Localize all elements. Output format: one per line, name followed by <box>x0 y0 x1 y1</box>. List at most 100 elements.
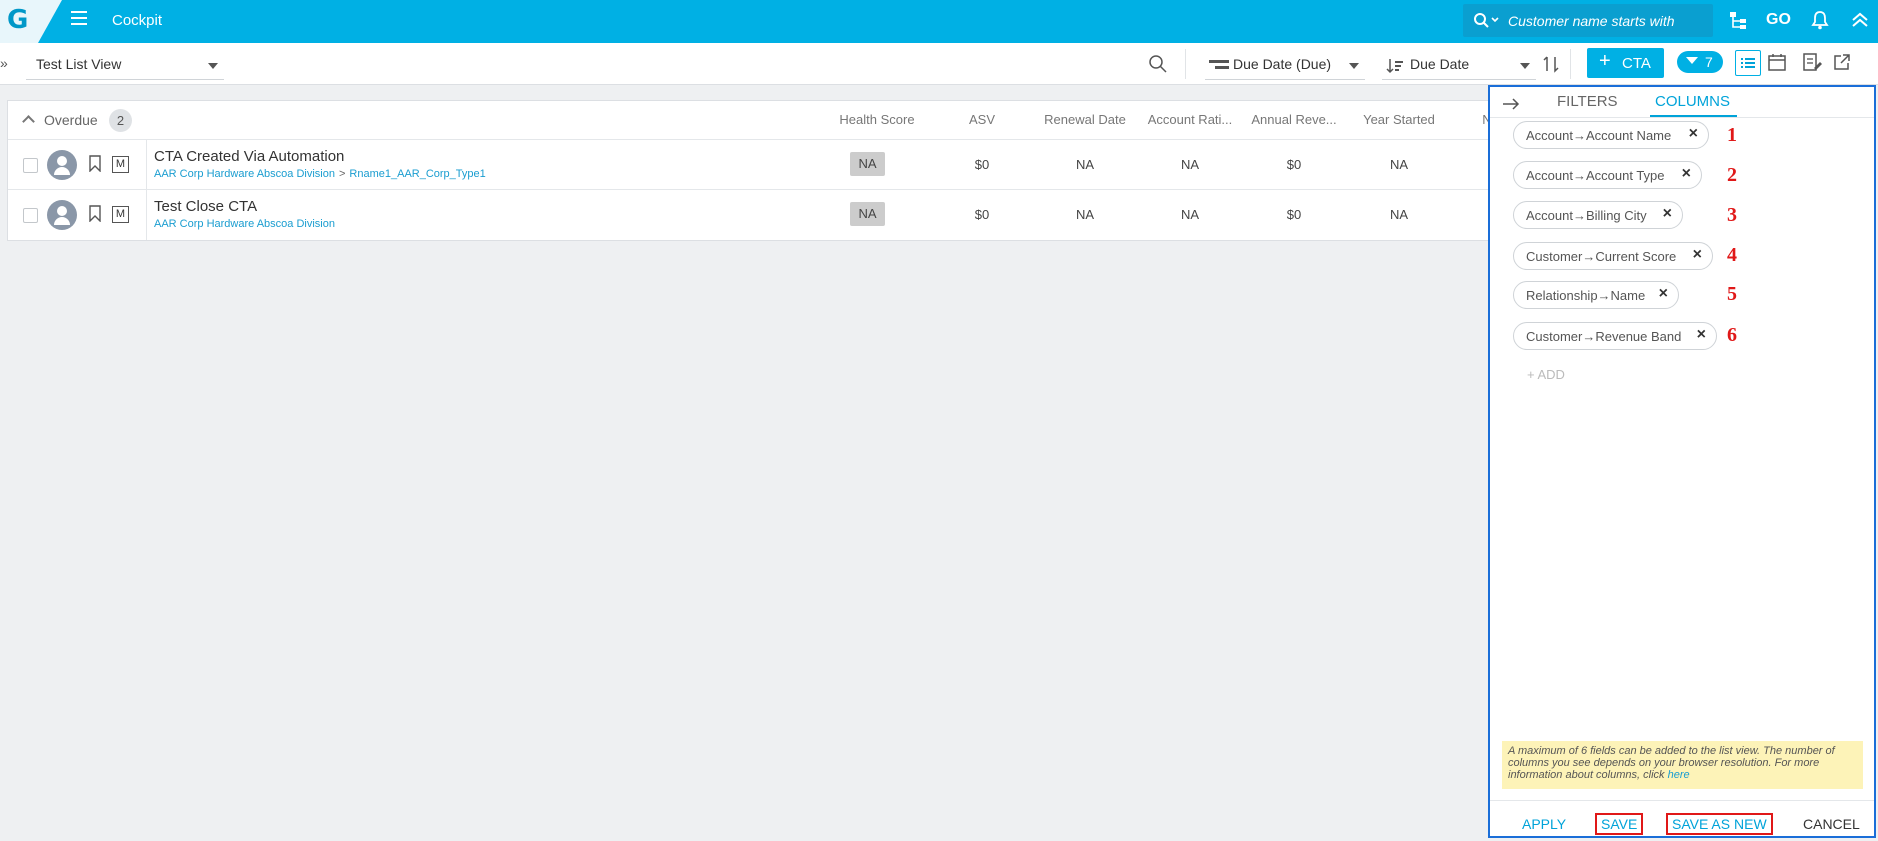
close-icon[interactable]: × <box>1682 165 1691 183</box>
account-rating-cell: NA <box>1180 207 1200 222</box>
chevron-up-icon[interactable] <box>22 115 35 128</box>
sort-by-select[interactable]: Due Date <box>1382 50 1536 80</box>
list-view-icon[interactable] <box>1735 50 1761 76</box>
chevron-down-icon <box>1349 63 1359 69</box>
group-name: Overdue <box>44 112 98 128</box>
chevron-down-icon <box>208 63 218 69</box>
renewal-date-cell: NA <box>1075 157 1095 172</box>
annotation-marker: 1 <box>1727 124 1737 146</box>
column-chip[interactable]: Account→Account Name × <box>1513 121 1709 149</box>
year-started-cell: NA <box>1389 157 1409 172</box>
calendar-view-icon[interactable] <box>1765 50 1791 76</box>
divider <box>146 140 147 190</box>
asv-cell: $0 <box>974 207 990 222</box>
account-link[interactable]: AAR Corp Hardware Abscoa Division <box>154 218 335 230</box>
hierarchy-icon[interactable] <box>1728 11 1750 31</box>
add-column-button[interactable]: + ADD <box>1527 367 1565 382</box>
close-icon[interactable]: × <box>1693 246 1702 264</box>
top-bar: G Cockpit Customer name starts with GO <box>0 0 1878 43</box>
divider <box>1490 117 1874 118</box>
health-score-badge: NA <box>850 202 885 226</box>
avatar[interactable] <box>47 200 77 230</box>
cancel-button[interactable]: CANCEL <box>1803 816 1860 832</box>
save-as-new-button[interactable]: SAVE AS NEW <box>1666 813 1773 835</box>
bookmark-icon[interactable] <box>89 205 101 222</box>
column-header-annual-revenue[interactable]: Annual Reve... <box>1244 112 1344 127</box>
page-title: Cockpit <box>112 12 163 29</box>
column-chip[interactable]: Relationship→Name × <box>1513 281 1679 309</box>
go-button[interactable]: GO <box>1766 11 1791 29</box>
renewal-date-cell: NA <box>1075 207 1095 222</box>
close-icon[interactable]: × <box>1663 205 1672 223</box>
sort-icon <box>1386 59 1403 74</box>
relationship-link[interactable]: Rname1_AAR_Corp_Type1 <box>349 168 485 180</box>
filter-count-button[interactable]: 7 <box>1677 51 1723 73</box>
search-icon[interactable] <box>1148 54 1168 74</box>
filter-icon <box>1686 57 1698 64</box>
toolbar: » Test List View Due Date (Due) Due Date… <box>0 43 1878 85</box>
app-logo[interactable]: G <box>0 0 62 43</box>
column-header-renewal-date[interactable]: Renewal Date <box>1035 112 1135 127</box>
tab-filters[interactable]: FILTERS <box>1557 93 1618 110</box>
column-header-account-rating[interactable]: Account Rati... <box>1140 112 1240 127</box>
info-note: A maximum of 6 fields can be added to th… <box>1502 741 1863 789</box>
bell-icon[interactable] <box>1811 10 1829 30</box>
list-view-select[interactable]: Test List View <box>26 50 224 80</box>
add-cta-button[interactable]: + CTA <box>1587 48 1664 78</box>
account-link[interactable]: AAR Corp Hardware Abscoa Division <box>154 168 335 180</box>
group-by-select[interactable]: Due Date (Due) <box>1205 50 1365 80</box>
divider <box>146 190 147 240</box>
collapse-up-icon[interactable] <box>1850 10 1870 30</box>
chevron-down-icon <box>1520 63 1530 69</box>
account-rating-cell: NA <box>1180 157 1200 172</box>
external-link-icon[interactable] <box>1830 50 1856 76</box>
priority-badge: M <box>112 206 129 223</box>
column-chip[interactable]: Customer→Revenue Band × <box>1513 322 1717 350</box>
annotation-marker: 6 <box>1727 324 1737 346</box>
year-started-cell: NA <box>1389 207 1409 222</box>
column-header-year-started[interactable]: Year Started <box>1349 112 1449 127</box>
column-chip[interactable]: Account→Billing City × <box>1513 201 1683 229</box>
row-checkbox[interactable] <box>23 208 38 223</box>
column-chip[interactable]: Customer→Current Score × <box>1513 242 1713 270</box>
annual-revenue-cell: $0 <box>1286 157 1302 172</box>
global-search[interactable]: Customer name starts with <box>1463 4 1713 37</box>
divider <box>1490 800 1874 801</box>
close-icon[interactable]: × <box>1689 125 1698 143</box>
arrow-right-icon[interactable] <box>1502 97 1520 111</box>
save-button[interactable]: SAVE <box>1595 813 1644 835</box>
priority-badge: M <box>112 156 129 173</box>
edit-notes-icon[interactable] <box>1800 50 1826 76</box>
column-chip[interactable]: Account→Account Type × <box>1513 161 1702 189</box>
close-icon[interactable]: × <box>1659 285 1668 303</box>
cta-subtitle: AAR Corp Hardware Abscoa Division <box>154 218 335 230</box>
sort-direction-icon[interactable] <box>1542 55 1560 73</box>
annotation-marker: 5 <box>1727 283 1737 305</box>
group-header[interactable]: Overdue 2 Health Score ASV Renewal Date … <box>8 101 1492 140</box>
help-link[interactable]: here <box>1668 769 1690 781</box>
avatar[interactable] <box>47 150 77 180</box>
row-checkbox[interactable] <box>23 158 38 173</box>
expand-sidebar-icon[interactable]: » <box>0 55 8 71</box>
menu-icon[interactable] <box>71 11 87 27</box>
apply-button[interactable]: APPLY <box>1522 816 1566 832</box>
asv-cell: $0 <box>974 157 990 172</box>
table-row[interactable]: M CTA Created Via Automation AAR Corp Ha… <box>8 140 1488 190</box>
columns-panel: FILTERS COLUMNS Account→Account Name × Ac… <box>1488 85 1876 838</box>
health-score-badge: NA <box>850 152 885 176</box>
annotation-marker: 2 <box>1727 164 1737 186</box>
breadcrumb-separator: > <box>338 168 346 180</box>
cta-subtitle: AAR Corp Hardware Abscoa Division > Rname1… <box>154 168 486 180</box>
bookmark-icon[interactable] <box>89 155 101 172</box>
close-icon[interactable]: × <box>1697 326 1706 344</box>
tab-columns[interactable]: COLUMNS <box>1655 93 1730 110</box>
cta-title[interactable]: CTA Created Via Automation <box>154 148 344 165</box>
divider <box>1185 49 1186 79</box>
column-header-asv[interactable]: ASV <box>952 112 1012 127</box>
search-icon <box>1474 13 1499 28</box>
table-row[interactable]: M Test Close CTA AAR Corp Hardware Absco… <box>8 190 1488 240</box>
search-input[interactable]: Customer name starts with <box>1508 13 1675 29</box>
cta-title[interactable]: Test Close CTA <box>154 198 257 215</box>
column-header-health-score[interactable]: Health Score <box>827 112 927 127</box>
annotation-marker: 4 <box>1727 244 1737 266</box>
